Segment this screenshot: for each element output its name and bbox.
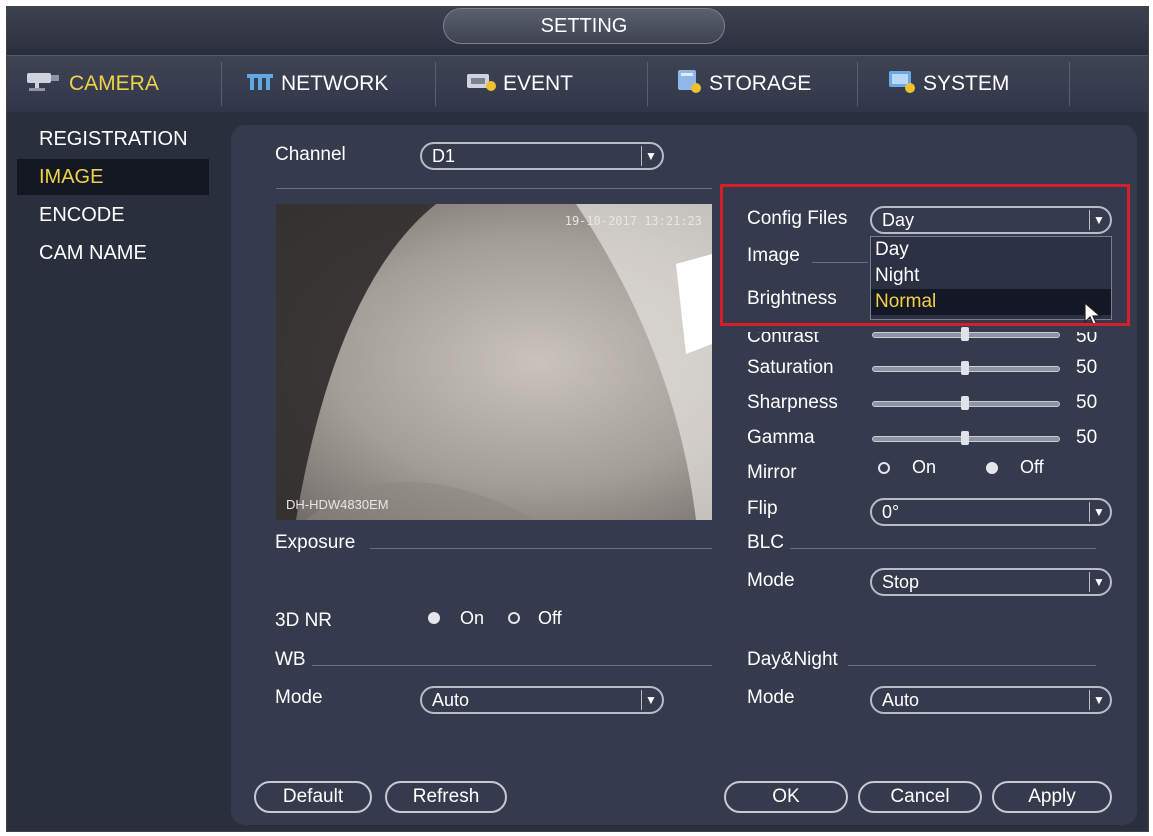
- chevron-down-icon: ▼: [1089, 690, 1108, 710]
- camera-preview: 19-10-2017 13:21:23 DH-HDW4830EM: [276, 204, 712, 520]
- channel-label: Channel: [275, 144, 346, 165]
- gamma-slider-knob[interactable]: [961, 431, 969, 445]
- wb-mode-select[interactable]: Auto ▼: [420, 686, 664, 714]
- tab-system[interactable]: SYSTEM: [887, 62, 1009, 106]
- nav-divider: [435, 62, 436, 106]
- sidebar-item-cam-name[interactable]: CAM NAME: [17, 235, 209, 271]
- sharpness-slider-knob[interactable]: [961, 396, 969, 410]
- sidebar-item-registration[interactable]: REGISTRATION: [17, 121, 209, 157]
- channel-select[interactable]: D1 ▼: [420, 142, 664, 170]
- tab-event[interactable]: EVENT: [465, 62, 573, 106]
- blc-section-label: BLC: [747, 532, 784, 553]
- ok-button[interactable]: OK: [724, 781, 848, 813]
- flip-select[interactable]: 0° ▼: [870, 498, 1112, 526]
- tab-network-label: NETWORK: [281, 72, 389, 95]
- 3dnr-off-label: Off: [538, 608, 562, 628]
- storage-icon: [675, 68, 703, 100]
- mirror-label: Mirror: [747, 462, 797, 483]
- sharpness-label: Sharpness: [747, 392, 838, 413]
- preview-timestamp: 19-10-2017 13:21:23: [564, 214, 702, 228]
- nav-divider: [1069, 62, 1070, 106]
- divider: [312, 665, 712, 666]
- 3dnr-label: 3D NR: [275, 610, 333, 631]
- saturation-value: 50: [1076, 357, 1098, 378]
- daynight-mode-label: Mode: [747, 687, 795, 708]
- 3dnr-on-label: On: [460, 608, 485, 628]
- wb-mode-label: Mode: [275, 687, 323, 708]
- event-icon: [465, 70, 497, 98]
- wb-mode-value: Auto: [432, 690, 470, 710]
- preview-model-label: DH-HDW4830EM: [286, 497, 389, 512]
- daynight-mode-value: Auto: [882, 690, 920, 710]
- sidebar-item-encode[interactable]: ENCODE: [17, 197, 209, 233]
- mirror-off-label: Off: [1020, 457, 1044, 477]
- camera-icon: [25, 70, 63, 98]
- tab-storage-label: STORAGE: [709, 72, 812, 95]
- sharpness-value: 50: [1076, 392, 1098, 413]
- divider: [848, 665, 1096, 666]
- wb-section-label: WB: [275, 649, 306, 670]
- tab-system-label: SYSTEM: [923, 72, 1010, 95]
- nav-divider: [857, 62, 858, 106]
- daynight-mode-select[interactable]: Auto ▼: [870, 686, 1112, 714]
- exposure-section-label: Exposure: [275, 532, 356, 553]
- 3dnr-off-radio[interactable]: [508, 612, 520, 624]
- blc-mode-select[interactable]: Stop ▼: [870, 568, 1112, 596]
- nav-divider: [221, 62, 222, 106]
- title-bar: SETTING: [7, 7, 1148, 49]
- sidebar: REGISTRATION IMAGE ENCODE CAM NAME: [7, 115, 219, 831]
- cancel-button[interactable]: Cancel: [858, 781, 982, 813]
- apply-button[interactable]: Apply: [992, 781, 1112, 813]
- flip-value: 0°: [882, 502, 900, 522]
- chevron-down-icon: ▼: [641, 690, 660, 710]
- tab-storage[interactable]: STORAGE: [675, 62, 811, 106]
- default-button[interactable]: Default: [254, 781, 372, 813]
- divider: [276, 188, 712, 189]
- system-icon: [887, 68, 917, 100]
- mirror-off-radio[interactable]: [986, 462, 998, 474]
- network-icon: [245, 70, 275, 98]
- 3dnr-on-radio[interactable]: [428, 612, 440, 624]
- daynight-section-label: Day&Night: [747, 649, 838, 670]
- chevron-down-icon: ▼: [1089, 572, 1108, 592]
- saturation-label: Saturation: [747, 357, 834, 378]
- mirror-on-label: On: [912, 457, 937, 477]
- main-nav: CAMERA NETWORK EVENT STORAGE SYSTEM: [7, 55, 1148, 112]
- mirror-on-radio[interactable]: [878, 462, 890, 474]
- gamma-value: 50: [1076, 427, 1098, 448]
- tab-camera-label: CAMERA: [69, 72, 159, 95]
- channel-value: D1: [432, 146, 456, 166]
- annotation-highlight-box: [720, 184, 1130, 326]
- tab-camera[interactable]: CAMERA: [25, 62, 159, 106]
- saturation-slider-knob[interactable]: [961, 361, 969, 375]
- blc-mode-label: Mode: [747, 570, 795, 591]
- blc-mode-value: Stop: [882, 572, 920, 592]
- divider: [790, 548, 1096, 549]
- divider: [370, 548, 712, 549]
- window-title: SETTING: [443, 8, 725, 44]
- sidebar-item-image[interactable]: IMAGE: [17, 159, 209, 195]
- contrast-slider-knob[interactable]: [961, 327, 969, 341]
- gamma-label: Gamma: [747, 427, 815, 448]
- nav-divider: [647, 62, 648, 106]
- chevron-down-icon: ▼: [1089, 502, 1108, 522]
- tab-network[interactable]: NETWORK: [245, 62, 388, 106]
- chevron-down-icon: ▼: [641, 146, 660, 166]
- flip-label: Flip: [747, 498, 778, 519]
- refresh-button[interactable]: Refresh: [385, 781, 507, 813]
- tab-event-label: EVENT: [503, 72, 574, 95]
